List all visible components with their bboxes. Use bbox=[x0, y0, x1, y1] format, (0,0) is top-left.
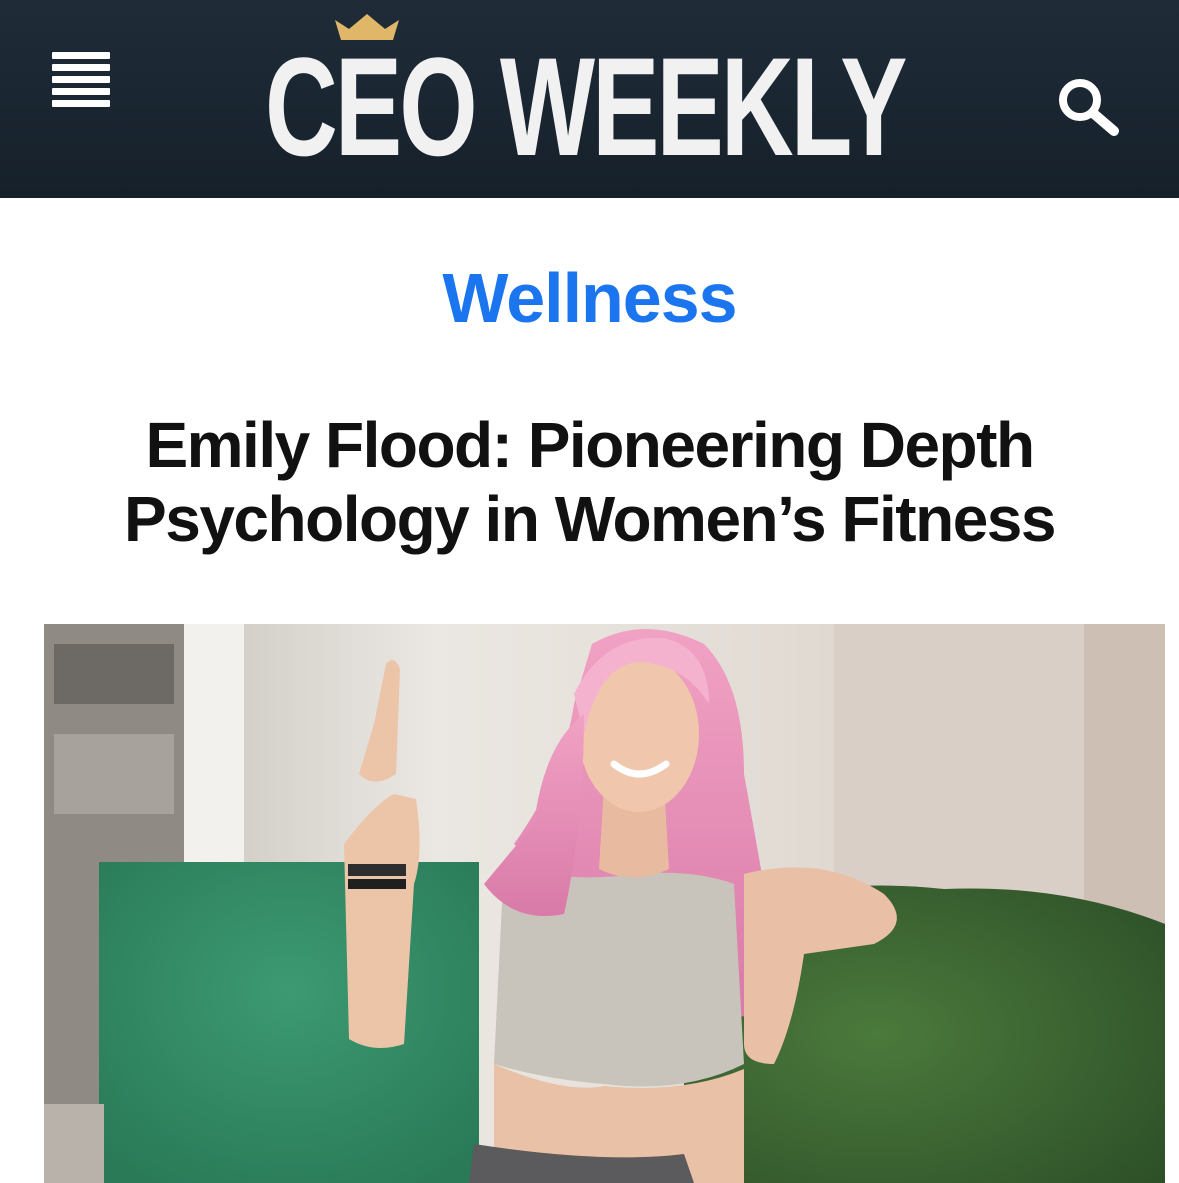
hero-image bbox=[44, 624, 1165, 1183]
category-link[interactable]: Wellness bbox=[0, 258, 1179, 338]
article-title: Emily Flood: Pioneering Depth Psychology… bbox=[124, 409, 1056, 555]
site-logo[interactable]: CEO WEEKLY bbox=[265, 14, 915, 184]
hamburger-menu-icon[interactable] bbox=[52, 52, 110, 110]
site-header: CEO WEEKLY bbox=[0, 0, 1179, 198]
search-icon[interactable] bbox=[1056, 76, 1122, 136]
logo-text: CEO WEEKLY bbox=[265, 28, 907, 185]
hero-photo-illustration bbox=[44, 624, 1165, 1183]
